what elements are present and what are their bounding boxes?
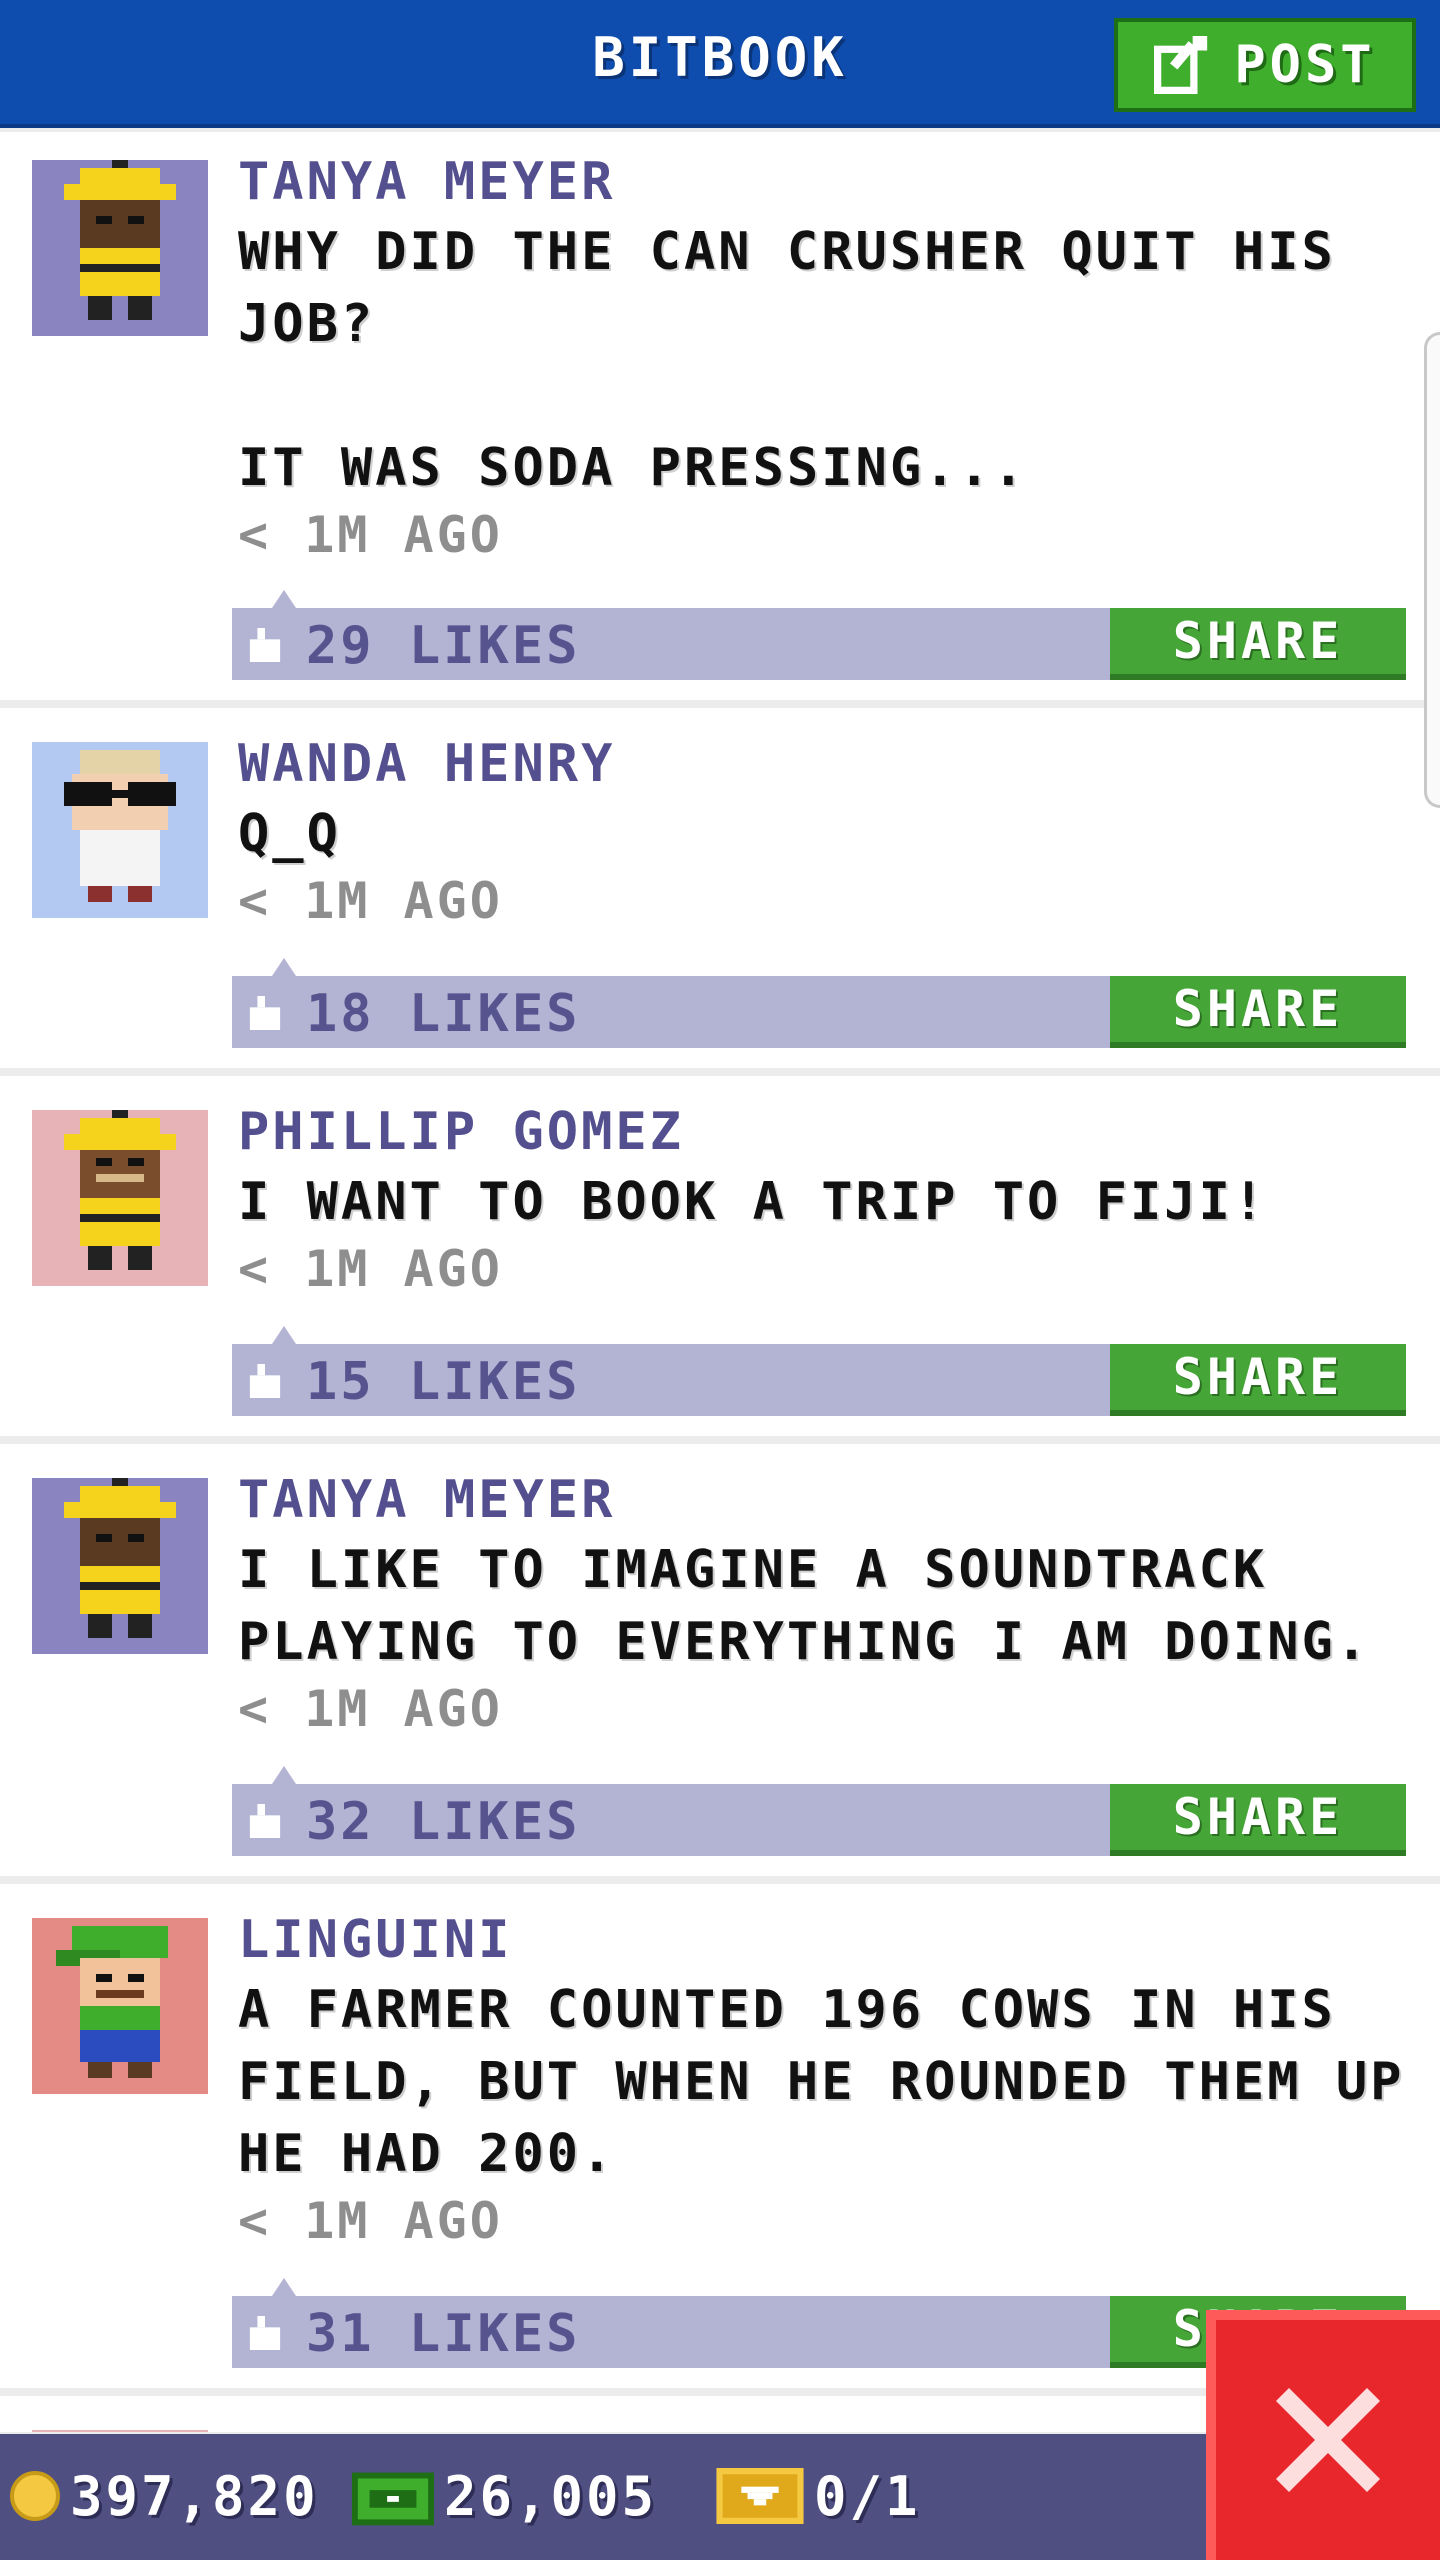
tickets-value: 0/1 — [814, 2464, 921, 2528]
post-text: WHY DID THE CAN CRUSHER QUIT HIS JOB? IT… — [238, 222, 1336, 498]
feed-post: TANYA MEYER I LIKE TO IMAGINE A SOUNDTRA… — [0, 1444, 1440, 1884]
like-count: 15 LIKES — [306, 1352, 581, 1412]
like-bar: 32 LIKES SHARE — [232, 1766, 1406, 1856]
post-time: < 1M AGO — [238, 1240, 503, 1298]
thumbs-up-icon[interactable] — [246, 996, 284, 1030]
post-author[interactable]: PHILLIP GOMEZ — [238, 1102, 684, 1162]
bux-icon — [352, 2472, 434, 2526]
thumbs-up-icon[interactable] — [246, 1804, 284, 1838]
like-count: 32 LIKES — [306, 1792, 581, 1852]
post-time: < 1M AGO — [238, 872, 503, 930]
scroll-indicator — [1424, 332, 1440, 808]
like-bar: 18 LIKES SHARE — [232, 958, 1406, 1048]
like-bar: 29 LIKES SHARE — [232, 590, 1406, 680]
like-count: 29 LIKES — [306, 616, 581, 676]
bux-value: 26,005 — [444, 2464, 658, 2528]
thumbs-up-icon[interactable] — [246, 2316, 284, 2350]
bitizen-sunglasses-icon — [64, 750, 176, 902]
share-button[interactable]: SHARE — [1110, 608, 1406, 680]
avatar[interactable] — [32, 1478, 208, 1654]
post-author[interactable]: WANDA HENRY — [238, 734, 615, 794]
post-text: A FARMER COUNTED 196 COWS IN HIS FIELD, … — [238, 1980, 1439, 2184]
like-count: 31 LIKES — [306, 2304, 581, 2364]
feed-post: WANDA HENRY Q_Q < 1M AGO 18 LIKES SHARE — [0, 708, 1440, 1076]
post-time: < 1M AGO — [238, 506, 503, 564]
bitizen-hardhat-icon — [64, 160, 176, 320]
post-text: I LIKE TO IMAGINE A SOUNDTRACK PLAYING T… — [238, 1540, 1371, 1672]
post-text: Q_Q — [238, 804, 341, 864]
feed-list[interactable]: TANYA MEYER WHY DID THE CAN CRUSHER QUIT… — [0, 132, 1440, 2432]
post-author[interactable]: TANYA MEYER — [238, 152, 615, 212]
post-button[interactable]: POST — [1114, 18, 1416, 112]
post-time: < 1M AGO — [238, 2192, 503, 2250]
avatar[interactable] — [32, 1110, 208, 1286]
feed-post: TANYA MEYER WHY DID THE CAN CRUSHER QUIT… — [0, 132, 1440, 708]
thumbs-up-icon[interactable] — [246, 628, 284, 662]
like-bar: 15 LIKES SHARE — [232, 1326, 1406, 1416]
avatar[interactable] — [32, 1918, 208, 2094]
bitizen-hardhat-mustache-icon — [64, 1110, 176, 1270]
compose-icon — [1154, 36, 1208, 94]
close-icon — [1276, 2388, 1380, 2492]
share-button[interactable]: SHARE — [1110, 1784, 1406, 1856]
avatar[interactable] — [32, 742, 208, 918]
bitizen-hardhat-icon — [64, 1478, 176, 1638]
coin-icon — [10, 2471, 60, 2521]
post-time: < 1M AGO — [238, 1680, 503, 1738]
post-author[interactable]: TANYA MEYER — [238, 1470, 615, 1530]
post-button-label: POST — [1234, 35, 1376, 95]
bitizen-green-cap-icon — [56, 1926, 168, 2078]
app-header: BITBOOK POST — [0, 0, 1440, 128]
coins-counter[interactable]: 397,820 — [10, 2456, 319, 2536]
share-button[interactable]: SHARE — [1110, 976, 1406, 1048]
avatar[interactable] — [32, 2430, 208, 2432]
ticket-icon — [716, 2468, 804, 2524]
share-button[interactable]: SHARE — [1110, 1344, 1406, 1416]
post-text: I WANT TO BOOK A TRIP TO FIJI! — [238, 1172, 1268, 1232]
thumbs-up-icon[interactable] — [246, 1364, 284, 1398]
coins-value: 397,820 — [70, 2464, 319, 2528]
like-count: 18 LIKES — [306, 984, 581, 1044]
feed-post: PHILLIP GOMEZ I WANT TO BOOK A TRIP TO F… — [0, 1076, 1440, 1444]
post-author[interactable]: LINGUINI — [238, 1910, 512, 1970]
close-button[interactable] — [1206, 2310, 1440, 2560]
bux-counter[interactable]: 26,005 — [352, 2456, 657, 2536]
avatar[interactable] — [32, 160, 208, 336]
tickets-counter[interactable]: 0/1 — [716, 2456, 921, 2536]
